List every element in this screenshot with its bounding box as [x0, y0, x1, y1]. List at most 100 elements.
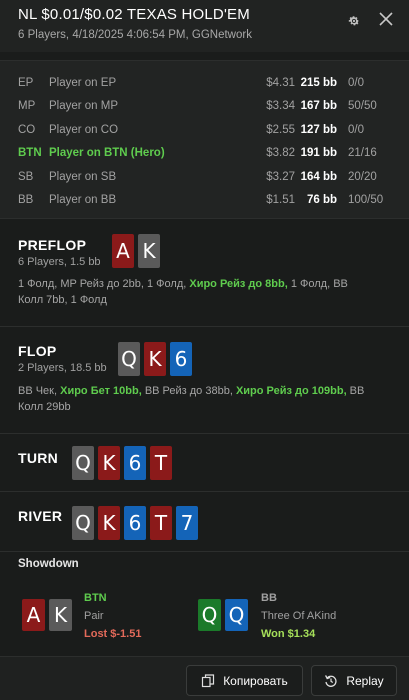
river-section: RIVER QK6T7 — [0, 492, 409, 552]
player-position: BB — [18, 194, 34, 207]
playing-card: 7 — [176, 506, 198, 540]
player-name: Player on CO — [49, 123, 119, 136]
player-name: Player on BB — [49, 194, 117, 207]
showdown-cards: AK — [22, 599, 72, 631]
player-position: MP — [18, 100, 36, 113]
player-row: BTN Player on BTN (Hero) $3.82 191 bb 21/16 — [0, 142, 409, 166]
hand-subtitle: 6 Players, 4/18/2025 4:06:54 PM, GGNetwo… — [18, 29, 252, 41]
flop-section: FLOP 2 Players, 18.5 bb QK6 BB Чек, Хиро… — [0, 327, 409, 434]
player-stack-bb: 167 bb — [300, 100, 337, 113]
player-row: EP Player on EP $4.31 215 bb 0/0 — [0, 71, 409, 95]
showdown-hand: Pair — [84, 610, 104, 622]
player-stats: 21/16 — [348, 147, 377, 160]
showdown-result: Won $1.34 — [261, 628, 316, 640]
player-stats: 100/50 — [348, 194, 384, 207]
player-stack-bb: 191 bb — [300, 147, 337, 160]
street-label: FLOP — [18, 343, 57, 359]
hand-header: NL $0.01/$0.02 TEXAS HOLD'EM 6 Players, … — [0, 0, 409, 52]
hero-action: Хиро Бет 10bb, — [60, 385, 142, 397]
player-position: SB — [18, 170, 34, 183]
playing-card: Q — [72, 446, 94, 480]
turn-section: TURN QK6T — [0, 434, 409, 492]
street-subtitle: 2 Players, 18.5 bb — [18, 362, 107, 374]
showdown-position: BTN — [84, 592, 107, 604]
player-stack-money: $2.55 — [266, 123, 295, 136]
street-label: RIVER — [18, 508, 63, 524]
playing-card: K — [98, 446, 120, 480]
street-label: TURN — [18, 450, 59, 466]
street-subtitle: 6 Players, 1.5 bb — [18, 256, 101, 268]
settings-button[interactable] — [343, 10, 365, 32]
showdown-hand: Three Of AKind — [261, 610, 337, 622]
playing-card: K — [138, 234, 160, 268]
street-label: PREFLOP — [18, 237, 87, 253]
action-text: BB Рейз до 38bb, — [141, 385, 236, 397]
close-button[interactable] — [375, 8, 397, 30]
replay-label: Replay — [346, 673, 384, 688]
player-stack-money: $3.82 — [266, 147, 295, 160]
player-stack-bb: 164 bb — [300, 170, 337, 183]
player-stack-money: $1.51 — [266, 194, 295, 207]
playing-card: A — [22, 599, 45, 631]
player-stack-money: $4.31 — [266, 76, 295, 89]
playing-card: 6 — [124, 506, 146, 540]
player-name: Player on EP — [49, 76, 117, 89]
player-stats: 50/50 — [348, 100, 377, 113]
showdown-title: Showdown — [18, 558, 79, 570]
playing-card: Q — [225, 599, 248, 631]
playing-card: A — [112, 234, 134, 268]
preflop-actions: 1 Фолд, MP Рейз до 2bb, 1 Фолд, Хиро Рей… — [18, 276, 373, 308]
action-text: BB Чек, — [18, 385, 61, 397]
player-stack-bb: 127 bb — [300, 123, 337, 136]
player-name: Player on BTN (Hero) — [49, 147, 165, 160]
playing-card: T — [150, 506, 172, 540]
bottom-bar: Копировать Replay — [0, 656, 409, 700]
player-row: BB Player on BB $1.51 76 bb 100/50 — [0, 189, 409, 213]
showdown-cards: QQ — [198, 599, 248, 631]
hero-action: Хиро Рейз до 8bb, — [189, 278, 288, 290]
close-icon — [379, 12, 393, 26]
playing-card: Q — [198, 599, 221, 631]
showdown-result: Lost $-1.51 — [84, 628, 142, 640]
playing-card: 6 — [124, 446, 146, 480]
action-text: 1 Фолд, MP Рейз до 2bb, 1 Фолд, — [18, 278, 190, 290]
player-stack-money: $3.34 — [266, 100, 295, 113]
preflop-cards: AK — [112, 234, 160, 268]
playing-card: Q — [118, 342, 140, 376]
player-row: CO Player on CO $2.55 127 bb 0/0 — [0, 118, 409, 142]
player-stack-bb: 76 bb — [306, 194, 337, 207]
playing-card: 6 — [170, 342, 192, 376]
player-name: Player on SB — [49, 170, 117, 183]
player-row: SB Player on SB $3.27 164 bb 20/20 — [0, 165, 409, 189]
playing-card: K — [144, 342, 166, 376]
player-row: MP Player on MP $3.34 167 bb 50/50 — [0, 95, 409, 119]
replay-button[interactable]: Replay — [311, 665, 397, 696]
copy-button[interactable]: Копировать — [186, 665, 303, 696]
player-stack-bb: 215 bb — [300, 76, 337, 89]
players-table: EP Player on EP $4.31 215 bb 0/0 MP Player on … — [0, 60, 409, 219]
player-stats: 20/20 — [348, 170, 377, 183]
copy-icon — [202, 673, 215, 687]
player-position: EP — [18, 76, 34, 89]
playing-card: K — [98, 506, 120, 540]
player-stats: 0/0 — [348, 76, 364, 89]
gear-icon — [348, 16, 360, 26]
player-stats: 0/0 — [348, 123, 364, 136]
page-title: NL $0.01/$0.02 TEXAS HOLD'EM — [18, 6, 250, 23]
copy-label: Копировать — [223, 673, 288, 688]
player-position: CO — [18, 123, 36, 136]
player-position: BTN — [18, 147, 42, 160]
playing-card: Q — [72, 506, 94, 540]
player-stack-money: $3.27 — [266, 170, 295, 183]
preflop-section: PREFLOP 6 Players, 1.5 bb AK 1 Фолд, MP … — [0, 219, 409, 327]
replay-icon — [325, 674, 337, 687]
showdown-position: BB — [261, 592, 277, 604]
flop-cards: QK6 — [118, 342, 192, 376]
turn-cards: QK6T — [72, 446, 172, 480]
hero-action: Хиро Рейз до 109bb, — [235, 385, 347, 397]
playing-card: K — [49, 599, 72, 631]
player-name: Player on MP — [49, 100, 119, 113]
playing-card: T — [150, 446, 172, 480]
flop-actions: BB Чек, Хиро Бет 10bb, BB Рейз до 38bb, … — [18, 383, 373, 415]
river-cards: QK6T7 — [72, 506, 198, 540]
